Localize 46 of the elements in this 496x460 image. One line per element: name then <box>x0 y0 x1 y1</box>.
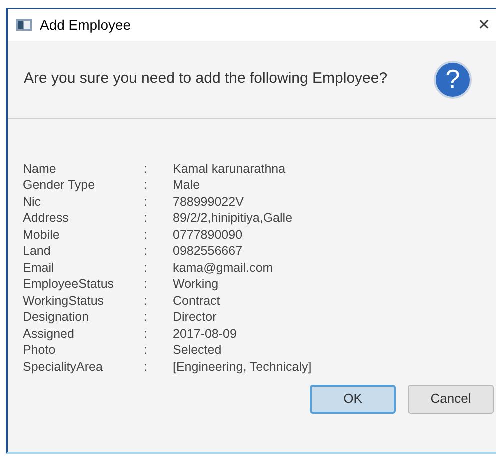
field-value: 0777890090 <box>173 226 243 244</box>
field-label: Assigned <box>23 326 76 343</box>
field-separator: : <box>144 177 148 194</box>
field-value: [Engineering, Technicaly] <box>173 358 312 376</box>
field-value: Selected <box>173 342 222 360</box>
field-label: EmployeeStatus <box>23 276 116 294</box>
ok-button[interactable]: OK <box>310 384 396 414</box>
field-label: Land <box>23 243 52 260</box>
close-button[interactable]: × <box>478 15 490 35</box>
field-separator: : <box>144 358 148 376</box>
field-label: SpecialityArea <box>23 358 104 376</box>
window-title: Add Employee <box>40 16 132 35</box>
field-separator: : <box>144 292 148 310</box>
field-value: Working <box>173 276 219 294</box>
field-value: 0982556667 <box>173 243 243 260</box>
field-value: Male <box>173 177 200 194</box>
field-separator: : <box>144 276 148 294</box>
cancel-button[interactable]: Cancel <box>408 384 494 414</box>
question-icon: ? <box>434 60 472 98</box>
confirmation-message: Are you sure you need to add the following Employee? <box>24 69 388 90</box>
field-separator: : <box>144 194 148 211</box>
field-label: Address <box>23 210 70 228</box>
field-label: WorkingStatus <box>23 292 106 310</box>
app-icon <box>16 19 32 31</box>
field-separator: : <box>144 326 148 343</box>
field-label: Email <box>23 260 56 277</box>
field-separator: : <box>144 226 148 244</box>
field-separator: : <box>144 243 148 260</box>
field-value: 2017-08-09 <box>173 326 237 343</box>
field-separator: : <box>144 260 148 277</box>
field-value: kama@gmail.com <box>173 260 274 277</box>
field-value: Director <box>173 309 217 326</box>
field-value: Contract <box>173 292 220 310</box>
field-separator: : <box>144 160 148 178</box>
field-value: 788999022V <box>173 194 244 211</box>
field-value: 89/2/2,hinipitiya,Galle <box>173 210 293 228</box>
field-label: Photo <box>23 342 57 360</box>
field-separator: : <box>144 210 148 228</box>
field-label: Nic <box>23 194 42 211</box>
field-label: Mobile <box>23 226 61 244</box>
field-separator: : <box>144 309 148 326</box>
field-label: Designation <box>23 309 90 326</box>
field-label: Name <box>23 160 58 178</box>
field-value: Kamal karunarathna <box>173 160 286 178</box>
field-label: Gender Type <box>23 177 96 194</box>
field-separator: : <box>144 342 148 360</box>
